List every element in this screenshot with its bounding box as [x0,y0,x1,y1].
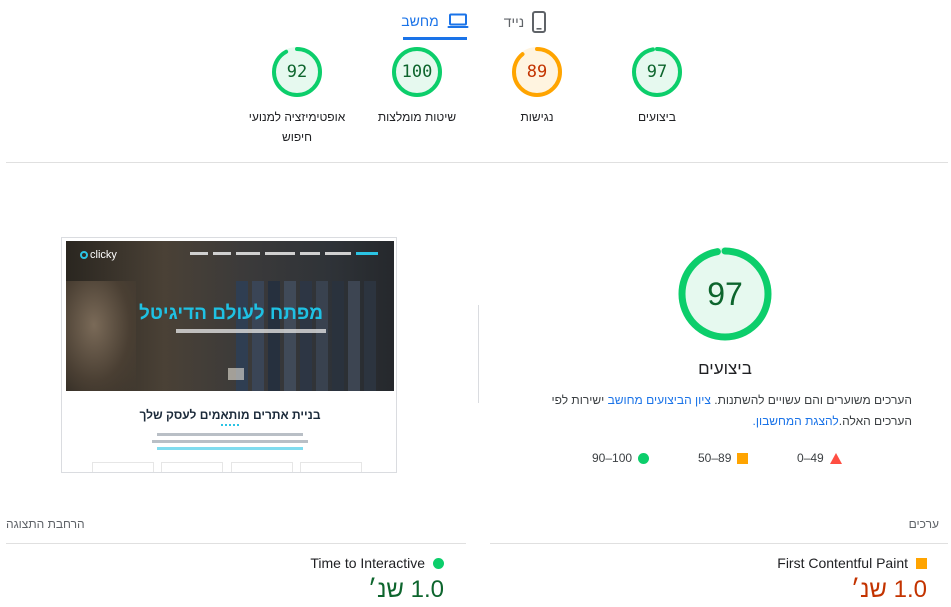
performance-title: ביצועים [698,359,752,378]
laptop-icon [447,13,469,29]
tab-mobile-label: נייד [503,14,525,30]
score-calculation-link[interactable]: ציון הביצועים מחושב [608,393,711,407]
tab-mobile[interactable]: נייד [499,4,551,40]
tab-desktop[interactable]: מחשב [401,4,469,40]
green-circle-icon [433,557,444,569]
legend-average: 50–89 [698,451,749,465]
page-screenshot[interactable]: clicky מפתח לעולם הדיגיטל בניית אתרים מו… [61,237,397,473]
metric-fcp-name: First Contentful Paint [777,555,908,571]
legend-average-range: 50–89 [698,451,732,465]
category-gauges: 97 ביצועים 89 נגישות 100 שיטות מומלצות 9… [0,45,951,155]
metric-tti-name: Time to Interactive [310,555,425,571]
gauge-best-practices[interactable]: 100 שיטות מומלצות [362,45,472,127]
metric-tti-value: 1.0 שנ׳ [367,576,444,603]
legend-fail: 0–49 [797,451,842,465]
gauge-seo[interactable]: 92 אופטימיזציה למנועי חיפוש [242,45,352,147]
gauge-accessibility-label: נגישות [520,110,554,124]
score-legend: 90–100 50–89 0–49 [590,451,850,467]
screenshot-heading: בניית אתרים מותאמים לעסק שלך [139,408,321,422]
clicky-logo: clicky [80,249,117,261]
screenshot-nav [190,252,378,255]
gauge-seo-label: אופטימיזציה למנועי חיפוש [248,110,346,144]
performance-score-gauge: 97 [677,246,773,342]
description-text: הערכים משוערים והם עשויים להשתנות. [710,393,912,407]
orange-square-icon [916,557,927,569]
gauge-performance[interactable]: 97 ביצועים [602,45,712,127]
legend-pass: 90–100 [592,451,650,465]
performance-description: הערכים משוערים והם עשויים להשתנות. ציון … [520,390,912,432]
divider [6,543,466,544]
green-circle-icon [638,452,650,464]
gauge-performance-label: ביצועים [638,110,676,124]
calculator-link[interactable]: להצגת המחשבון. [753,414,839,428]
gauge-accessibility-score: 89 [526,62,548,82]
metric-first-contentful-paint: First Contentful Paint 1.0 שנ׳ [777,555,927,604]
gauge-performance-score: 97 [646,62,668,82]
orange-square-icon [737,452,749,464]
screenshot-headline: מפתח לעולם הדיגיטל [138,303,324,324]
gauge-accessibility[interactable]: 89 נגישות [482,45,592,127]
gauge-seo-score: 92 [286,62,308,82]
gauge-best-practices-score: 100 [401,62,433,82]
divider [490,543,948,544]
metric-fcp-value: 1.0 שנ׳ [850,576,927,603]
screenshot-hero: clicky מפתח לעולם הדיגיטל [66,241,394,391]
legend-fail-range: 0–49 [797,451,824,465]
smartphone-icon [532,11,547,33]
legend-pass-range: 90–100 [592,451,633,465]
performance-score-value: 97 [707,276,743,312]
logo-text: clicky [90,249,117,261]
red-triangle-icon [829,452,842,464]
device-tabs: מחשב נייד [0,0,951,42]
metrics-section-label: ערכים [908,517,939,531]
tab-desktop-label: מחשב [401,12,439,29]
metric-time-to-interactive: Time to Interactive 1.0 שנ׳ [310,555,444,604]
expand-view-toggle[interactable]: הרחבת התצוגה [6,517,85,531]
divider [6,162,948,163]
vertical-divider [478,305,479,403]
gauge-best-practices-label: שיטות מומלצות [377,110,457,124]
